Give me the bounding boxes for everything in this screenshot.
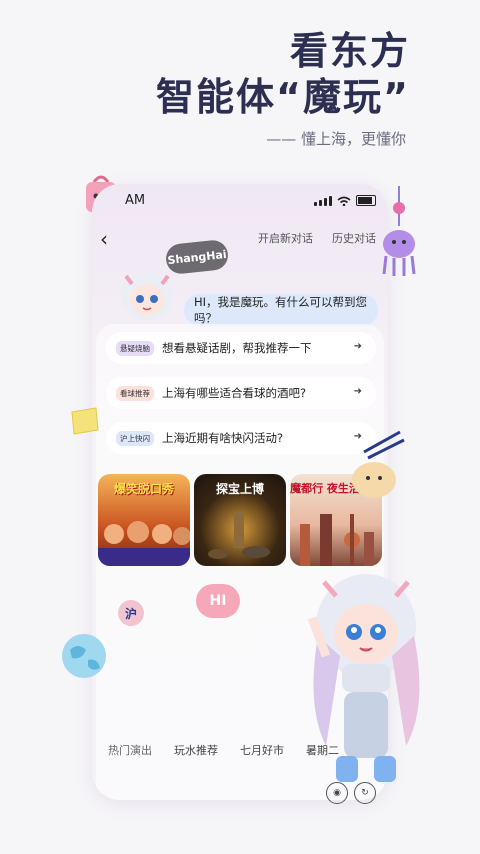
suggestion-text: 想看悬疑话剧，帮我推荐一下 — [162, 341, 312, 355]
poster-title: 爆笑脱口秀 — [113, 482, 174, 496]
suggestion-text: 上海近期有啥快闪活动? — [162, 431, 284, 445]
cheese-decor-icon — [71, 407, 99, 435]
mascot-girl-figure — [307, 574, 420, 782]
suggestion-tag: 沪上快闪 — [116, 430, 154, 446]
mascot-greeting: HI，我是魔玩。有什么可以帮到您吗？ — [184, 294, 378, 326]
poster-title: 探宝上博 — [215, 482, 264, 496]
refresh-icon[interactable]: ↻ — [354, 782, 376, 804]
globe-decor-icon — [62, 634, 106, 678]
status-bar: AM — [92, 184, 388, 216]
hero-title: 看东方 智能体“魔玩” — [156, 28, 410, 120]
new-chat-button[interactable]: 开启新对话 — [258, 230, 313, 246]
status-icons — [314, 195, 376, 206]
hu-badge-icon: 沪 — [118, 600, 144, 626]
hero-subtitle: —— 懂上海，更懂你 — [266, 130, 406, 148]
dumpling-chopsticks-icon — [352, 430, 405, 498]
hi-speech-bubble: HI — [196, 584, 240, 618]
mascot-avatar — [121, 272, 173, 320]
poster-museum-treasure[interactable]: 探宝上博 — [194, 474, 286, 566]
hero-line-1: 看东方 — [289, 29, 410, 73]
suggestion-item[interactable]: 悬疑烧脑 想看悬疑话剧，帮我推荐一下 ➜ — [106, 332, 376, 364]
signal-icon — [314, 195, 332, 206]
back-chevron-icon[interactable]: ‹ — [100, 227, 108, 251]
poster-standup-comedy[interactable]: 爆笑脱口秀 — [98, 474, 190, 566]
suggestion-item[interactable]: 看球推荐 上海有哪些适合看球的酒吧? ➜ — [106, 377, 376, 409]
wifi-icon — [337, 196, 351, 206]
send-arrow-icon: ➜ — [353, 341, 362, 352]
suggestion-item[interactable]: 沪上快闪 上海近期有啥快闪活动? ➜ — [106, 422, 376, 454]
hero-line-2: 智能体“魔玩” — [156, 75, 410, 119]
send-arrow-icon: ➜ — [353, 386, 362, 397]
tab-july-market[interactable]: 七月好市 — [240, 742, 284, 758]
suggestion-tag: 悬疑烧脑 — [116, 340, 154, 356]
history-chat-button[interactable]: 历史对话 — [332, 230, 376, 246]
tab-hot-shows[interactable]: 热门演出 — [108, 742, 152, 758]
suggestion-tag: 看球推荐 — [116, 385, 154, 401]
suggestion-text: 上海有哪些适合看球的酒吧? — [162, 386, 307, 400]
voice-icon[interactable]: ◉ — [326, 782, 348, 804]
status-time: AM — [125, 193, 146, 208]
battery-icon — [356, 195, 376, 206]
pearl-tower-mascot-icon — [382, 186, 416, 276]
tab-water-play[interactable]: 玩水推荐 — [174, 742, 218, 758]
poster-audience-image — [98, 521, 190, 566]
poster-relic-image — [208, 512, 270, 559]
